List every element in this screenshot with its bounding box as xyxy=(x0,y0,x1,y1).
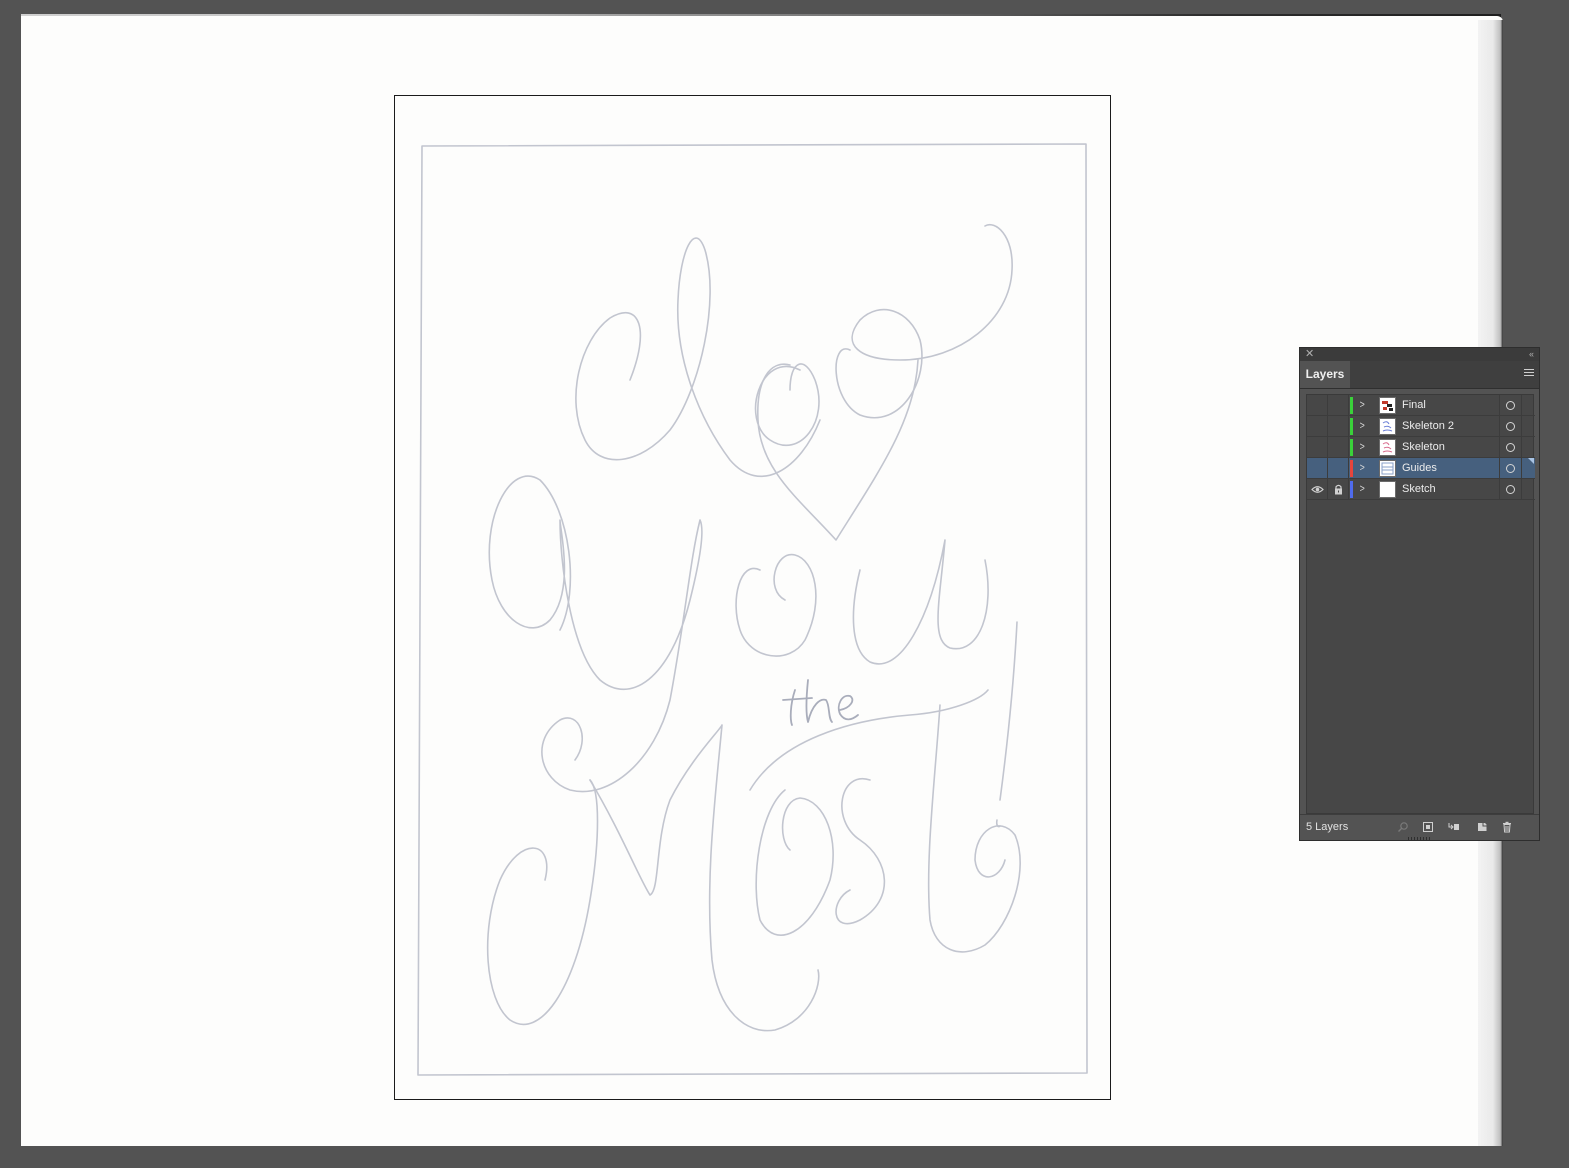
layer-row-guides[interactable]: > Guides xyxy=(1307,458,1535,479)
layer-color-swatch xyxy=(1350,481,1353,498)
target-circle-icon[interactable] xyxy=(1506,401,1515,410)
visibility-toggle[interactable] xyxy=(1307,437,1328,458)
lock-toggle[interactable] xyxy=(1328,416,1349,437)
create-sublayer-icon[interactable] xyxy=(1448,821,1460,833)
panel-tab-bar: Layers xyxy=(1300,361,1539,389)
layer-color-swatch xyxy=(1350,439,1353,456)
visibility-toggle[interactable] xyxy=(1307,479,1328,500)
layer-thumbnail xyxy=(1379,460,1396,477)
panel-menu-icon[interactable] xyxy=(1524,369,1534,378)
layer-name[interactable]: Guides xyxy=(1402,458,1437,479)
sketch-word-the xyxy=(782,679,859,726)
close-icon[interactable]: ✕ xyxy=(1305,348,1314,361)
expand-chevron-icon[interactable]: > xyxy=(1360,419,1365,433)
layer-thumbnail xyxy=(1379,481,1396,498)
layer-thumbnail xyxy=(1379,418,1396,435)
visibility-toggle[interactable] xyxy=(1307,395,1328,416)
expand-chevron-icon[interactable]: > xyxy=(1360,482,1365,496)
expand-chevron-icon[interactable]: > xyxy=(1360,461,1365,475)
sketch-word-do xyxy=(575,223,1013,541)
layer-name[interactable]: Sketch xyxy=(1402,479,1436,500)
selected-layer-indicator-icon xyxy=(1528,458,1534,464)
make-clipping-mask-icon[interactable] xyxy=(1422,821,1434,833)
expand-chevron-icon[interactable]: > xyxy=(1360,398,1365,412)
layer-count-label: 5 Layers xyxy=(1306,821,1349,833)
lock-toggle[interactable] xyxy=(1328,437,1349,458)
target-circle-icon[interactable] xyxy=(1506,485,1515,494)
layer-name[interactable]: Final xyxy=(1402,395,1426,416)
layer-name[interactable]: Skeleton xyxy=(1402,437,1445,458)
layers-panel: ✕ ‹‹ Layers > Final > Skeleton 2 > Skele… xyxy=(1299,347,1540,841)
layer-row-skeleton-2[interactable]: > Skeleton 2 xyxy=(1307,416,1535,437)
layer-thumbnail xyxy=(1379,397,1396,414)
layer-thumbnail xyxy=(1379,439,1396,456)
tab-layers[interactable]: Layers xyxy=(1300,361,1350,388)
layer-row-final[interactable]: > Final xyxy=(1307,395,1535,416)
target-circle-icon[interactable] xyxy=(1506,464,1515,473)
visibility-toggle[interactable] xyxy=(1307,458,1328,479)
lock-toggle[interactable] xyxy=(1328,479,1349,500)
layer-list: > Final > Skeleton 2 > Skeleton > Guides… xyxy=(1306,394,1535,814)
expand-chevron-icon[interactable]: > xyxy=(1360,440,1365,454)
locate-object-icon[interactable] xyxy=(1397,821,1409,833)
panel-resize-grip[interactable] xyxy=(1408,837,1430,840)
layer-name[interactable]: Skeleton 2 xyxy=(1402,416,1454,437)
layer-row-sketch[interactable]: > Sketch xyxy=(1307,479,1535,500)
target-circle-icon[interactable] xyxy=(1506,422,1515,431)
collapse-panel-icon[interactable]: ‹‹ xyxy=(1529,348,1534,361)
create-new-layer-icon[interactable] xyxy=(1476,821,1488,833)
visibility-toggle[interactable] xyxy=(1307,416,1328,437)
layer-color-swatch xyxy=(1350,460,1353,477)
lock-icon xyxy=(1335,484,1342,495)
layer-color-swatch xyxy=(1350,397,1353,414)
panel-title-bar[interactable]: ✕ ‹‹ xyxy=(1300,348,1539,361)
delete-layer-trash-icon[interactable] xyxy=(1501,821,1513,833)
lock-toggle[interactable] xyxy=(1328,395,1349,416)
layer-color-swatch xyxy=(1350,418,1353,435)
target-circle-icon[interactable] xyxy=(1506,443,1515,452)
eye-icon xyxy=(1311,486,1324,493)
sketch-word-you xyxy=(488,475,989,793)
sketch-word-most xyxy=(486,621,1021,1032)
layer-row-skeleton[interactable]: > Skeleton xyxy=(1307,437,1535,458)
lock-toggle[interactable] xyxy=(1328,458,1349,479)
panel-footer: 5 Layers xyxy=(1300,814,1539,841)
